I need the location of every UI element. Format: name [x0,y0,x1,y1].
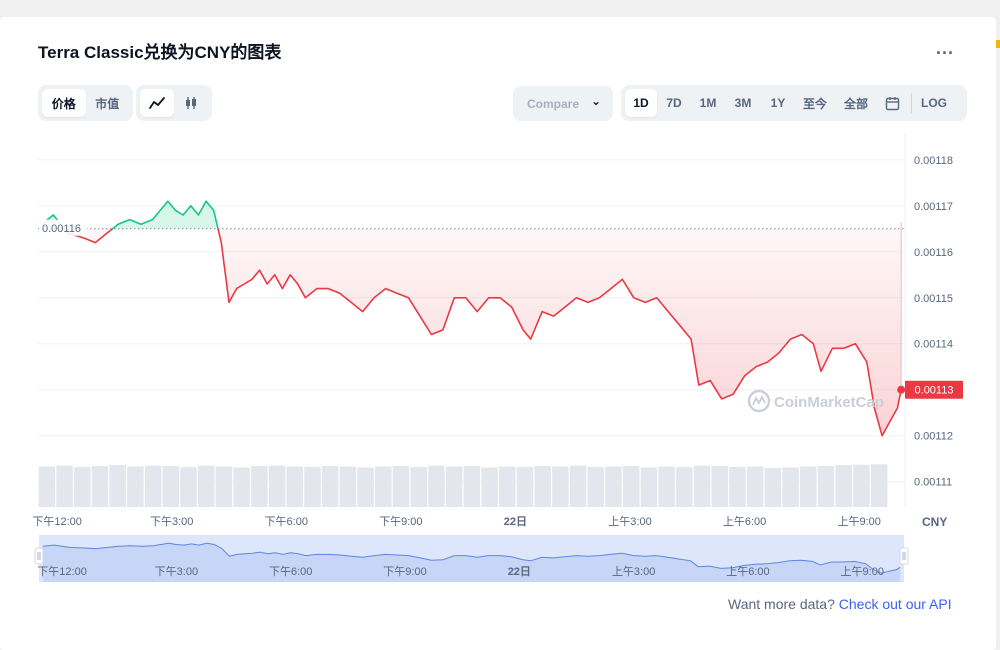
volume-bar [622,466,640,507]
volume-bar [835,465,852,507]
volume-bar [499,466,516,507]
volume-bar [516,466,534,507]
volume-bar [676,466,693,507]
navigator-tick-label: 22日 [508,565,531,578]
volume-bar [375,466,392,507]
api-footer: Want more data? Check out our API [728,596,952,612]
volume-bar [569,465,587,507]
range-navigator[interactable]: 下午12:00 下午3:00 下午6:00 下午9:00 22日 上午3:00 上午6:00… [34,535,909,582]
navigator-tick-label: 下午6:00 [269,565,312,578]
volume-bar [782,467,799,507]
y-tick-label: 0.00117 [914,201,953,213]
volume-bar [144,465,162,507]
y-tick-label: 0.00116 [914,247,953,259]
volume-bar [357,467,374,507]
y-tick-label: 0.00115 [914,293,953,305]
volume-bar [127,466,144,507]
volume-bar [853,464,870,507]
y-tick-label: 0.00118 [914,155,953,167]
price-area [41,201,902,436]
volume-bar [392,466,410,507]
volume-bar [800,466,817,507]
volume-bar [534,466,551,507]
navigator-tick-label: 上午6:00 [726,565,769,578]
volume-bar [180,466,197,507]
x-tick-label: 22日 [504,515,527,528]
volume-bar [286,466,304,507]
down-area [41,228,902,436]
y-tick-label: 0.00114 [914,339,953,351]
x-tick-label: 下午9:00 [379,515,422,528]
volume-bar [870,464,888,507]
x-tick-label: 下午12:00 [32,515,82,528]
api-link[interactable]: Check out our API [839,596,952,612]
volume-bar [693,465,711,507]
navigator-tick-label: 上午9:00 [841,565,884,578]
volume-bar [109,465,126,507]
volume-bar [605,466,622,507]
volume-bar [658,466,675,507]
volume-bar [711,466,729,507]
x-tick-label: 上午6:00 [723,515,766,528]
navigator-tick-label: 下午3:00 [155,565,198,578]
x-tick-label: 上午3:00 [608,515,651,528]
volume-bars [38,464,888,507]
volume-bar [321,466,339,507]
navigator-right-handle[interactable] [899,547,909,565]
watermark-text: CoinMarketCap [774,394,884,411]
navigator-tick-label: 下午12:00 [37,565,87,578]
volume-bar [428,465,445,507]
watermark-logo-mark [752,394,766,406]
volume-bar [339,466,357,507]
x-tick-label: 上午9:00 [837,515,880,528]
volume-bar [56,465,73,507]
x-axis: 下午12:00 下午3:00 下午6:00 下午9:00 22日 上午3:00 上午6:00… [32,515,947,529]
y-tick-label: 0.00112 [914,431,953,443]
volume-bar [268,465,286,507]
volume-bar [463,466,481,507]
footer-text: Want more data? [728,596,835,612]
volume-bar [251,466,268,507]
volume-bar [197,465,215,507]
volume-bar [410,466,427,507]
navigator-tick-label: 上午3:00 [612,565,655,578]
x-tick-label: 下午6:00 [265,515,308,528]
volume-bar [817,466,835,507]
navigator-tick-label: 下午9:00 [383,565,426,578]
y-tick-label: 0.00111 [914,477,952,489]
price-chart: 0.00118 0.00117 0.00116 0.00115 0.00114 0.001… [32,133,963,582]
volume-bar [445,466,463,507]
volume-bar [746,466,764,507]
volume-bar [729,466,746,507]
currency-label: CNY [922,515,947,529]
volume-bar [640,467,658,507]
coinmarketcap-watermark: CoinMarketCap [747,389,884,413]
volume-bar [91,466,109,507]
volume-bar [552,466,569,507]
current-price-label: 0.00113 [915,385,954,397]
volume-bar [481,467,498,507]
volume-bar [74,466,91,507]
x-tick-label: 下午3:00 [150,515,193,528]
navigator-left-handle[interactable] [34,547,44,565]
volume-bar [215,466,233,507]
volume-bar [38,466,56,507]
current-price-dot [897,385,906,394]
volume-bar [587,466,605,507]
volume-bar [764,467,782,507]
open-price-label: 0.00116 [42,223,81,235]
volume-bar [162,466,180,507]
volume-bar [233,467,250,507]
volume-bar [304,466,321,507]
